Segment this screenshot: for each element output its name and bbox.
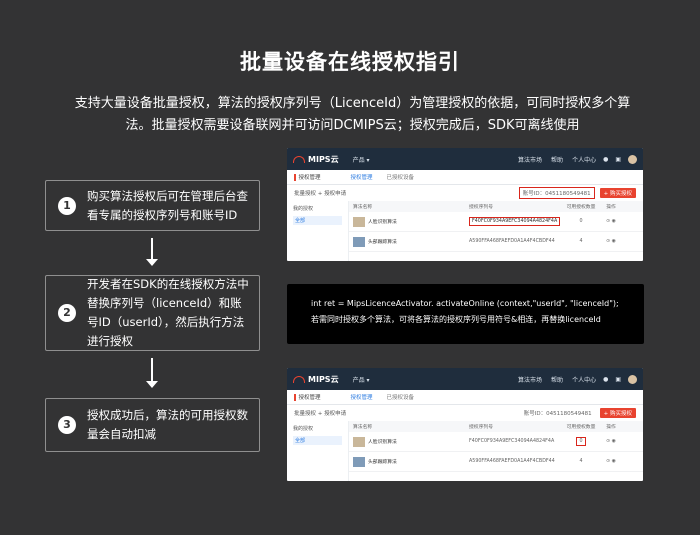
intro-text: 支持大量设备批量授权，算法的授权序列号（LicenceId）为管理授权的依据，可… [50, 93, 655, 137]
step-number: 2 [58, 304, 76, 322]
row-actions[interactable]: ⊙ ◉ [601, 459, 621, 464]
nav-link[interactable]: 帮助 [551, 375, 563, 384]
console-screenshot-2: MIPS云 产品 ▾ 算法市场 帮助 个人中心 ● ▣ 授权管理 授权管理 已授… [287, 368, 643, 481]
nav-link[interactable]: 算法市场 [518, 375, 542, 384]
licence-table: 算法名称 授权序列号 可用授权数量 操作 人脸识别算法 F40FC0F934A9… [349, 201, 643, 261]
step-number: 1 [58, 196, 76, 215]
column-header: 算法名称 [353, 205, 373, 210]
row-actions[interactable]: ⊙ ◉ [601, 219, 621, 224]
nav-link[interactable]: 算法市场 [518, 155, 542, 164]
step-text: 购买算法授权后可在管理后台查看专属的授权序列号和账号ID [87, 188, 248, 222]
nav-link[interactable]: 个人中心 [572, 155, 596, 164]
column-header: 授权序列号 [469, 425, 493, 430]
row-actions[interactable]: ⊙ ◉ [601, 439, 621, 444]
tab-devices[interactable]: 已授权设备 [387, 173, 415, 181]
step-text: 开发者在SDK的在线授权方法中替换序列号（licenceId）和账号ID（use… [87, 277, 249, 348]
batch-auth-link[interactable]: 批量授权 + 授权申请 [294, 189, 346, 197]
cloud-logo-icon [293, 375, 305, 383]
avatar[interactable] [628, 154, 637, 164]
licence-id-highlight: F40FC0F934A9EFC34094A4824F4A [469, 217, 561, 226]
sidebar: 我的授权 全部 [287, 201, 349, 261]
table-row: 头部跟踪算法 A590FFA468FAEFD0A1A4F4CBDF44 4 ⊙ … [349, 452, 643, 472]
column-header: 授权序列号 [469, 205, 493, 210]
buy-licence-button[interactable]: + 购买授权 [599, 408, 636, 418]
row-actions[interactable]: ⊙ ◉ [601, 239, 621, 244]
top-nav: MIPS云 产品 ▾ 算法市场 帮助 个人中心 ● ▣ [287, 368, 643, 390]
tab-licences[interactable]: 授权管理 [351, 393, 373, 401]
intro-line-1: 支持大量设备批量授权，算法的授权序列号（LicenceId）为管理授权的依据，可… [74, 96, 631, 111]
licence-id: F40FC0F934A9EFC34094A4824F4A [469, 439, 555, 444]
bell-icon[interactable]: ● [603, 376, 608, 383]
code-note: 若需同时授权多个算法，可将各算法的授权序列号用符号&相连，再替换licenceI… [311, 315, 601, 324]
step-number: 3 [58, 416, 76, 434]
page-title: 批量设备在线授权指引 [240, 50, 460, 74]
toolbar: 批量授权 + 授权申请 账号ID：0451180549481 + 购买授权 [287, 405, 643, 421]
table-row: 人脸识别算法 F40FC0F934A9EFC34094A4824F4A 0 ⊙ … [349, 212, 643, 232]
column-header: 可用授权数量 [566, 205, 596, 210]
algorithm-thumbnail [353, 216, 365, 227]
sidebar: 我的授权 全部 [287, 421, 349, 481]
nav-menu[interactable]: 产品 ▾ [353, 155, 370, 164]
step-2: 2 开发者在SDK的在线授权方法中替换序列号（licenceId）和账号ID（u… [45, 275, 260, 351]
column-header: 操作 [606, 205, 616, 210]
tab-licences[interactable]: 授权管理 [351, 173, 373, 181]
sidebar-item-all[interactable]: 全部 [293, 216, 342, 225]
algorithm-thumbnail [353, 236, 365, 247]
available-count: 0 [579, 219, 583, 224]
step-1: 1 购买算法授权后可在管理后台查看专属的授权序列号和账号ID [45, 180, 260, 231]
column-header: 可用授权数量 [566, 425, 596, 430]
column-header: 操作 [606, 425, 616, 430]
account-id: 账号ID：0451180549481 [523, 411, 592, 417]
brand-logo: MIPS云 [293, 154, 339, 165]
cloud-logo-icon [293, 155, 305, 163]
intro-line-2: 法。批量授权需要设备联网并可访问DCMIPS云；授权完成后，SDK可离线使用 [125, 118, 580, 133]
step-text: 授权成功后，算法的可用授权数量会自动扣减 [87, 408, 248, 441]
available-count-highlight: 0 [576, 437, 586, 446]
algorithm-thumbnail [353, 456, 365, 467]
licence-id: A590FFA468FAEFD0A1A4F4CBDF44 [469, 459, 555, 464]
algorithm-thumbnail [353, 436, 365, 447]
cart-icon[interactable]: ▣ [615, 376, 621, 383]
batch-auth-link[interactable]: 批量授权 + 授权申请 [294, 409, 346, 417]
licence-table: 算法名称 授权序列号 可用授权数量 操作 人脸识别算法 F40FC0F934A9… [349, 421, 643, 481]
brand-logo: MIPS云 [293, 374, 339, 385]
breadcrumb: 授权管理 授权管理 已授权设备 [287, 390, 643, 405]
step-3: 3 授权成功后，算法的可用授权数量会自动扣减 [45, 398, 260, 452]
console-screenshot-1: MIPS云 产品 ▾ 算法市场 帮助 个人中心 ● ▣ 授权管理 授权管理 已授… [287, 148, 643, 261]
nav-link[interactable]: 个人中心 [572, 375, 596, 384]
sidebar-group: 我的授权 [293, 426, 314, 432]
account-id-highlight: 账号ID：0451180549481 [518, 187, 595, 199]
arrow-down-icon [146, 238, 158, 268]
buy-licence-button[interactable]: + 购买授权 [599, 188, 636, 198]
nav-link[interactable]: 帮助 [551, 155, 563, 164]
column-header: 算法名称 [353, 425, 373, 430]
code-line: int ret = MipsLicenceActivator. activate… [311, 299, 619, 308]
available-count: 4 [579, 239, 583, 244]
toolbar: 批量授权 + 授权申请 账号ID：0451180549481 + 购买授权 [287, 185, 643, 201]
top-nav: MIPS云 产品 ▾ 算法市场 帮助 个人中心 ● ▣ [287, 148, 643, 170]
sidebar-item-all[interactable]: 全部 [293, 436, 342, 445]
available-count: 4 [579, 459, 583, 464]
licence-id: A590FFA468FAEFD0A1A4F4CBDF44 [469, 239, 555, 244]
bell-icon[interactable]: ● [603, 156, 608, 163]
arrow-down-icon [146, 358, 158, 390]
table-row: 人脸识别算法 F40FC0F934A9EFC34094A4824F4A 0 ⊙ … [349, 432, 643, 452]
table-row: 头部跟踪算法 A590FFA468FAEFD0A1A4F4CBDF44 4 ⊙ … [349, 232, 643, 252]
sidebar-group: 我的授权 [293, 206, 314, 212]
breadcrumb: 授权管理 授权管理 已授权设备 [287, 170, 643, 185]
tab-devices[interactable]: 已授权设备 [387, 393, 415, 401]
cart-icon[interactable]: ▣ [615, 156, 621, 163]
nav-menu[interactable]: 产品 ▾ [353, 375, 370, 384]
code-snippet: int ret = MipsLicenceActivator. activate… [287, 284, 644, 344]
avatar[interactable] [628, 374, 637, 384]
